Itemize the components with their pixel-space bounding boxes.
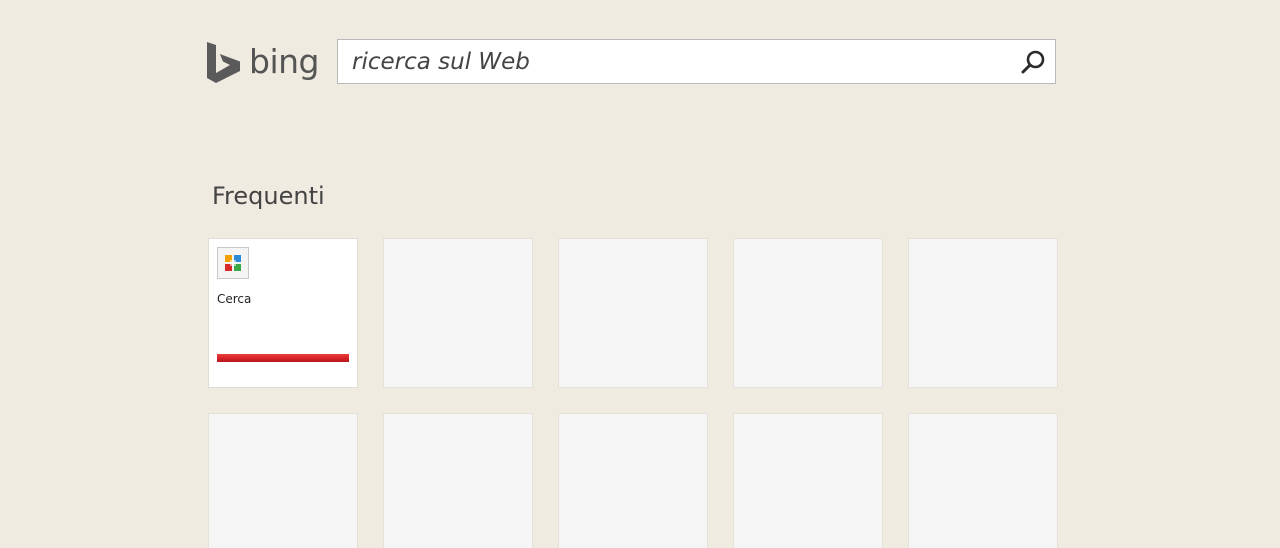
- tile-favicon: [217, 247, 249, 279]
- frequent-tile-empty[interactable]: [558, 413, 708, 548]
- frequent-tile-empty[interactable]: [908, 238, 1058, 388]
- new-tab-page: bing Frequenti Cerca: [0, 0, 1280, 548]
- frequent-tile-empty[interactable]: [733, 413, 883, 548]
- frequent-tile-empty[interactable]: [383, 238, 533, 388]
- logo-text: bing: [249, 42, 319, 81]
- app-grid-icon: [225, 255, 241, 271]
- frequent-tile-empty[interactable]: [208, 413, 358, 548]
- bing-logo[interactable]: bing: [207, 40, 319, 84]
- frequent-tile-empty[interactable]: [383, 413, 533, 548]
- search-button[interactable]: [1017, 46, 1049, 78]
- frequent-heading: Frequenti: [212, 182, 325, 210]
- tile-label: Cerca: [217, 292, 252, 306]
- bing-b-icon: [207, 41, 240, 83]
- search-icon: [1021, 50, 1045, 74]
- search-input[interactable]: [352, 40, 1012, 83]
- search-box: [337, 39, 1056, 84]
- frequent-tile-empty[interactable]: [908, 413, 1058, 548]
- frequent-tile-empty[interactable]: [733, 238, 883, 388]
- tile-accent-bar: [217, 354, 349, 362]
- frequent-tile-empty[interactable]: [558, 238, 708, 388]
- frequent-tile-cerca[interactable]: Cerca: [208, 238, 358, 388]
